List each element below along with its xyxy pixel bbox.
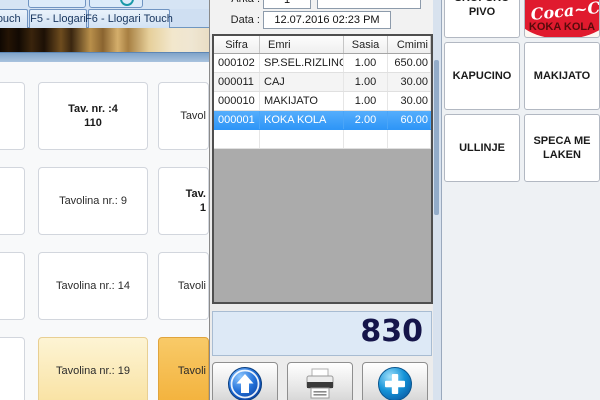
cell-emri: SP.SEL.RIZLING [260, 54, 344, 72]
toolbar-remnant [0, 0, 210, 9]
column-header-sifra[interactable]: Sifra [214, 36, 260, 53]
arka-input-2[interactable] [317, 0, 421, 9]
table-button-label: Tavolina nr.: 9 [59, 194, 127, 208]
table-row[interactable]: 000011 CAJ 1.00 30.00 [214, 73, 431, 92]
cell-sasia: 2.00 [344, 111, 388, 129]
table-button-partial[interactable] [0, 252, 25, 320]
arka-input[interactable]: 1 [263, 0, 311, 9]
table-button-label: Tavoli [178, 364, 206, 378]
product-label: SPECA ME LAKEN [527, 134, 597, 162]
tables-panel: Tav. nr. :4 110 Tavolina nr.: 9 Tavolina… [0, 62, 210, 400]
table-button-number: 1 [200, 201, 206, 215]
table-row-empty[interactable] [214, 130, 431, 149]
table-button-tav9[interactable]: Tavolina nr.: 9 [38, 167, 148, 235]
tab-f6-llogari-touch[interactable]: F6 - Llogari Touch [88, 9, 170, 28]
cell-sifra: 000010 [214, 92, 260, 110]
toolbar-button-fragment[interactable] [89, 0, 143, 8]
cell-cmimi: 30.00 [388, 73, 431, 91]
toolbar-button-fragment[interactable] [28, 0, 86, 8]
add-item-button[interactable] [362, 362, 428, 400]
cell-emri: MAKIJATO [260, 92, 344, 110]
cell-cmimi: 650.00 [388, 54, 431, 72]
table-button-tav14[interactable]: Tavolina nr.: 14 [38, 252, 148, 320]
cell-sifra: 000001 [214, 111, 260, 129]
tab-label: F6 - Llogari Touch [85, 13, 173, 25]
product-label: KAPUCINO [453, 69, 512, 83]
table-button-partial[interactable] [0, 167, 25, 235]
table-row[interactable]: 000102 SP.SEL.RIZLING 1.00 650.00 [214, 54, 431, 73]
order-dialog: Arka : 1 Data : 12.07.2016 02:23 PM Sifr… [209, 0, 433, 400]
data-input[interactable]: 12.07.2016 02:23 PM [263, 11, 391, 29]
cell-emri: CAJ [260, 73, 344, 91]
print-button[interactable] [287, 362, 353, 400]
table-button-tav4[interactable]: Tav. nr. :4 110 [38, 82, 148, 150]
table-row[interactable]: 000010 MAKIJATO 1.00 30.00 [214, 92, 431, 111]
tab-label: Touch [0, 13, 21, 25]
product-label: SKOPSKO PIVO [447, 0, 517, 19]
product-label: ULLINJE [459, 141, 505, 155]
cell-cmimi: 30.00 [388, 92, 431, 110]
tab-strip: Touch F5 - Llogari F6 - Llogari Touch [0, 9, 210, 28]
cell-sasia: 1.00 [344, 54, 388, 72]
pos-window: Touch F5 - Llogari F6 - Llogari Touch Ta… [0, 0, 600, 400]
table-button-label: Tavolina nr.: 19 [56, 364, 130, 378]
cell-sasia: 1.00 [344, 73, 388, 91]
table-button-clipped[interactable]: Tavoli [158, 337, 209, 400]
table-button-label: Tav. nr. :4 [68, 102, 118, 116]
table-button-clipped[interactable]: Tavoli [158, 252, 209, 320]
product-button-skopsko-pivo[interactable]: SKOPSKO PIVO [444, 0, 520, 38]
order-form: Arka : 1 Data : 12.07.2016 02:23 PM [210, 0, 434, 34]
table-button-label: Tav. [186, 187, 206, 201]
product-label: MAKIJATO [534, 69, 590, 83]
vertical-scrollbar[interactable] [433, 0, 441, 400]
blue-divider-bar [0, 52, 210, 62]
table-button-clipped[interactable]: Tavol [158, 82, 209, 150]
arka-label: Arka : [218, 0, 260, 5]
printer-icon [302, 366, 338, 400]
table-button-label: Tavoli [178, 279, 206, 293]
table-button-partial[interactable] [0, 82, 25, 150]
product-button-ullinje[interactable]: ULLINJE [444, 114, 520, 182]
arka-value: 1 [284, 0, 290, 6]
product-button-kapucino[interactable]: KAPUCINO [444, 42, 520, 110]
items-table-header: Sifra Emri Sasia Cmimi [214, 36, 431, 54]
gold-banner [0, 28, 210, 52]
total-amount: 830 [360, 314, 423, 349]
tab-f5-llogari[interactable]: F5 - Llogari [29, 9, 87, 28]
cell-cmimi: 60.00 [388, 111, 431, 129]
table-button-tav19[interactable]: Tavolina nr.: 19 [38, 337, 148, 400]
plus-icon [377, 366, 413, 400]
table-button-clipped[interactable]: Tav. 1 [158, 167, 209, 235]
submit-order-button[interactable] [212, 362, 278, 400]
total-box: 830 [212, 311, 432, 356]
table-button-partial[interactable] [0, 337, 25, 400]
cell-sasia: 1.00 [344, 92, 388, 110]
tab-touch[interactable]: Touch [0, 9, 28, 28]
scrollbar-thumb[interactable] [434, 60, 439, 215]
tab-label: F5 - Llogari [30, 13, 86, 25]
cell-emri: KOKA KOLA [260, 111, 344, 129]
column-header-sasia[interactable]: Sasia [344, 36, 388, 53]
table-button-label: Tavol [180, 109, 206, 123]
column-header-emri[interactable]: Emri [260, 36, 344, 53]
table-row-selected[interactable]: 000001 KOKA KOLA 2.00 60.00 [214, 111, 431, 130]
up-arrow-icon [227, 366, 263, 400]
data-label: Data : [218, 14, 260, 26]
cell-sifra: 000011 [214, 73, 260, 91]
column-header-cmimi[interactable]: Cmimi [388, 36, 431, 53]
data-value: 12.07.2016 02:23 PM [274, 14, 379, 26]
product-button-speca-me-laken[interactable]: SPECA ME LAKEN [524, 114, 600, 182]
product-button-makijato[interactable]: MAKIJATO [524, 42, 600, 110]
items-table: Sifra Emri Sasia Cmimi 000102 SP.SEL.RIZ… [212, 34, 433, 304]
product-label: KOKA KOLA [525, 20, 599, 34]
products-panel: SKOPSKO PIVO Coca~Cola KOKA KOLA KAPUCIN… [441, 0, 600, 400]
table-button-label: Tavolina nr.: 14 [56, 279, 130, 293]
cell-sifra: 000102 [214, 54, 260, 72]
table-button-number: 110 [84, 116, 102, 130]
product-button-koka-kola[interactable]: Coca~Cola KOKA KOLA [524, 0, 600, 38]
